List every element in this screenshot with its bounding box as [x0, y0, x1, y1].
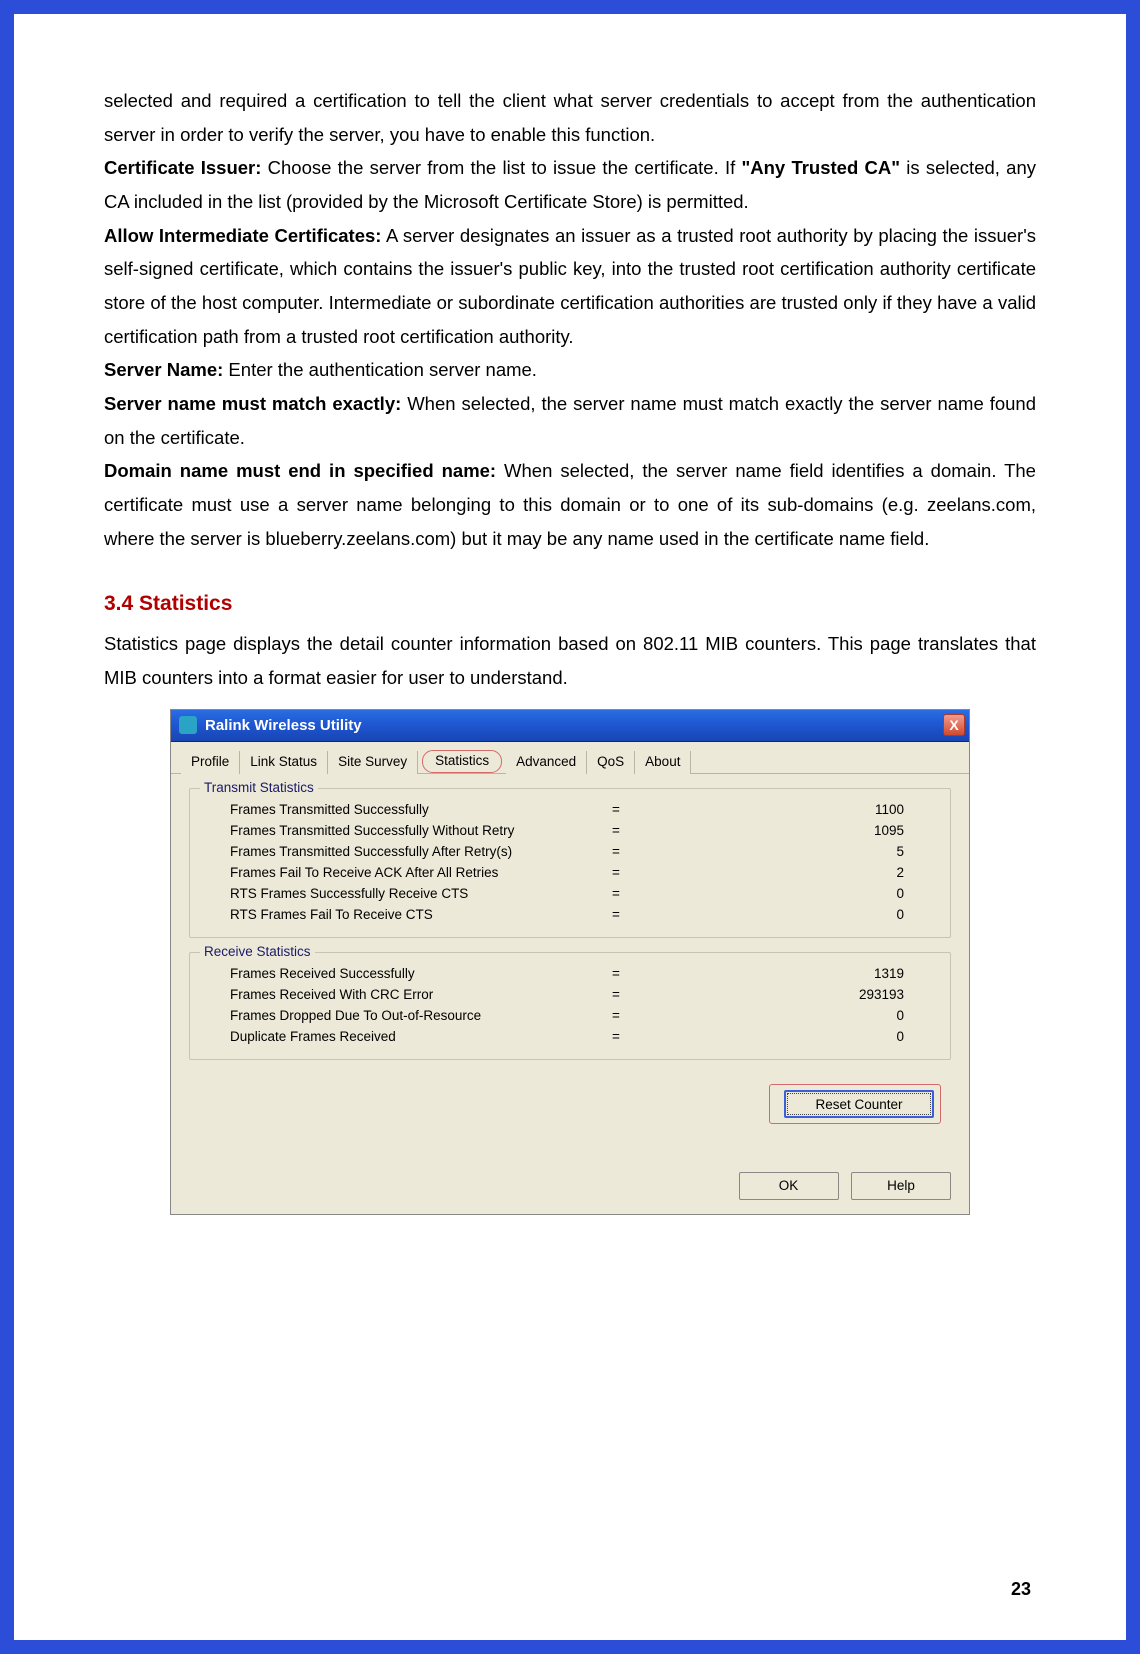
stat-row: RTS Frames Fail To Receive CTS=0	[206, 904, 934, 925]
stat-label: Frames Received Successfully	[206, 966, 586, 981]
any-trusted-ca-label: "Any Trusted CA"	[741, 157, 900, 178]
ok-button[interactable]: OK	[739, 1172, 839, 1200]
equals-icon: =	[586, 886, 646, 901]
match-exactly-label: Server name must match exactly:	[104, 393, 401, 414]
stat-value: 0	[646, 907, 934, 922]
equals-icon: =	[586, 1008, 646, 1023]
stat-row: Frames Fail To Receive ACK After All Ret…	[206, 862, 934, 883]
reset-row: Reset Counter	[189, 1074, 951, 1124]
stat-label: Frames Fail To Receive ACK After All Ret…	[206, 865, 586, 880]
tab-advanced[interactable]: Advanced	[506, 751, 587, 774]
tab-about[interactable]: About	[635, 751, 691, 774]
app-window: Ralink Wireless Utility X Profile Link S…	[170, 709, 970, 1215]
stat-row: RTS Frames Successfully Receive CTS=0	[206, 883, 934, 904]
close-button[interactable]: X	[943, 714, 965, 736]
intro-text: selected and required a certification to…	[104, 90, 1036, 145]
tab-row: Profile Link Status Site Survey Statisti…	[171, 742, 969, 774]
stat-value: 2	[646, 865, 934, 880]
server-name-text: Enter the authentication server name.	[223, 359, 537, 380]
stat-row: Frames Transmitted Successfully Without …	[206, 820, 934, 841]
equals-icon: =	[586, 1029, 646, 1044]
page-number: 23	[1011, 1579, 1031, 1600]
stat-value: 0	[646, 1029, 934, 1044]
window-titlebar: Ralink Wireless Utility X	[171, 710, 969, 742]
stat-label: Frames Transmitted Successfully Without …	[206, 823, 586, 838]
stat-value: 5	[646, 844, 934, 859]
stat-label: Duplicate Frames Received	[206, 1029, 586, 1044]
app-icon	[179, 716, 197, 734]
transmit-group-title: Transmit Statistics	[200, 780, 318, 795]
stat-row: Frames Received Successfully=1319	[206, 963, 934, 984]
stat-row: Frames Transmitted Successfully=1100	[206, 799, 934, 820]
equals-icon: =	[586, 907, 646, 922]
stat-label: RTS Frames Successfully Receive CTS	[206, 886, 586, 901]
domain-label: Domain name must end in specified name:	[104, 460, 496, 481]
stat-label: Frames Transmitted Successfully After Re…	[206, 844, 586, 859]
stat-row: Frames Transmitted Successfully After Re…	[206, 841, 934, 862]
stat-label: Frames Dropped Due To Out-of-Resource	[206, 1008, 586, 1023]
reset-counter-button[interactable]: Reset Counter	[784, 1090, 934, 1118]
equals-icon: =	[586, 844, 646, 859]
cert-issuer-text-a: Choose the server from the list to issue…	[261, 157, 741, 178]
window-title: Ralink Wireless Utility	[205, 717, 362, 734]
bottom-button-row: OK Help	[171, 1142, 969, 1214]
stat-row: Frames Dropped Due To Out-of-Resource=0	[206, 1005, 934, 1026]
stat-value: 1319	[646, 966, 934, 981]
allow-intermediate-label: Allow Intermediate Certificates:	[104, 225, 381, 246]
stat-value: 293193	[646, 987, 934, 1002]
equals-icon: =	[586, 966, 646, 981]
stat-row: Frames Received With CRC Error=293193	[206, 984, 934, 1005]
equals-icon: =	[586, 987, 646, 1002]
stats-intro: Statistics page displays the detail coun…	[104, 627, 1036, 694]
transmit-group: Transmit Statistics Frames Transmitted S…	[189, 788, 951, 938]
tab-statistics[interactable]: Statistics	[422, 750, 502, 773]
equals-icon: =	[586, 802, 646, 817]
equals-icon: =	[586, 823, 646, 838]
tab-link-status[interactable]: Link Status	[240, 751, 328, 774]
stat-row: Duplicate Frames Received=0	[206, 1026, 934, 1047]
stat-value: 0	[646, 886, 934, 901]
stat-value: 1100	[646, 802, 934, 817]
help-button[interactable]: Help	[851, 1172, 951, 1200]
reset-highlight: Reset Counter	[769, 1084, 941, 1124]
stat-value: 1095	[646, 823, 934, 838]
stat-label: RTS Frames Fail To Receive CTS	[206, 907, 586, 922]
tab-site-survey[interactable]: Site Survey	[328, 751, 418, 774]
receive-group: Receive Statistics Frames Received Succe…	[189, 952, 951, 1060]
stats-panel: Transmit Statistics Frames Transmitted S…	[171, 774, 969, 1142]
stat-label: Frames Received With CRC Error	[206, 987, 586, 1002]
section-heading: 3.4 Statistics	[104, 585, 1036, 623]
stat-value: 0	[646, 1008, 934, 1023]
server-name-label: Server Name:	[104, 359, 223, 380]
tab-qos[interactable]: QoS	[587, 751, 635, 774]
stat-label: Frames Transmitted Successfully	[206, 802, 586, 817]
document-body: selected and required a certification to…	[104, 84, 1036, 695]
receive-group-title: Receive Statistics	[200, 944, 315, 959]
equals-icon: =	[586, 865, 646, 880]
cert-issuer-label: Certificate Issuer:	[104, 157, 261, 178]
tab-profile[interactable]: Profile	[181, 751, 240, 774]
